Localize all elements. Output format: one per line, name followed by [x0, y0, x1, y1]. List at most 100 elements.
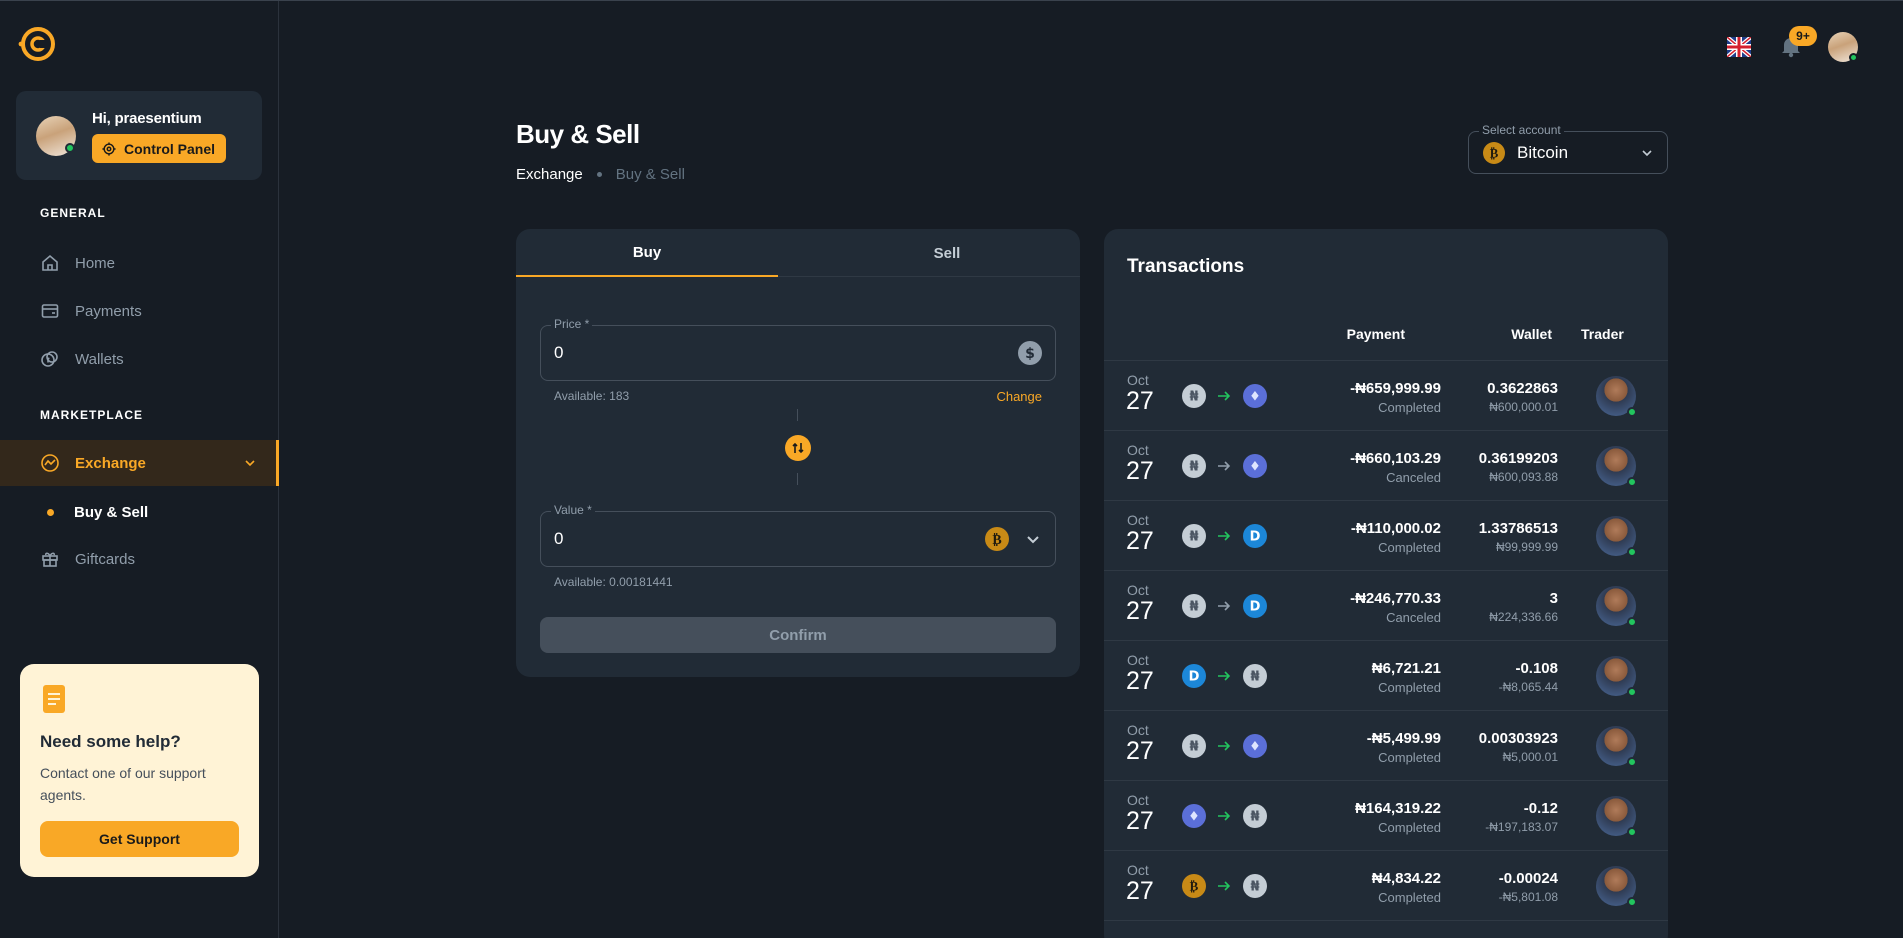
arrow-right-icon	[1218, 391, 1231, 401]
row-status: Completed	[1378, 540, 1441, 555]
price-available: Available: 183	[554, 389, 630, 403]
sidebar-item-home[interactable]: Home	[0, 240, 279, 286]
svg-text:₦: ₦	[1189, 740, 1198, 755]
row-day: 27	[1126, 387, 1154, 415]
help-title: Need some help?	[40, 732, 181, 751]
document-icon	[43, 685, 65, 713]
online-status-dot	[1627, 547, 1637, 557]
control-panel-button[interactable]: Control Panel	[92, 134, 226, 163]
uk-flag-icon[interactable]	[1727, 37, 1751, 57]
top-border	[0, 0, 1903, 1]
row-status: Canceled	[1386, 610, 1441, 625]
sidebar-item-giftcards[interactable]: Giftcards	[0, 536, 279, 582]
swap-button[interactable]	[785, 435, 811, 461]
row-payment: ₦4,834.22	[1371, 870, 1441, 887]
svg-text:₦: ₦	[1250, 810, 1259, 825]
get-support-button[interactable]: Get Support	[40, 821, 239, 857]
row-wallet-fiat: ₦600,000.01	[1489, 400, 1558, 414]
sidebar-subitem-buy-sell[interactable]: Buy & Sell	[0, 494, 279, 530]
row-day: 27	[1126, 597, 1154, 625]
help-text: Contact one of our support agents.	[40, 765, 206, 803]
breadcrumb-exchange[interactable]: Exchange	[516, 166, 583, 183]
svg-text:₿: ₿	[1490, 147, 1499, 162]
svg-text:₦: ₦	[1189, 530, 1198, 545]
row-status: Completed	[1378, 680, 1441, 695]
table-row[interactable]: Oct 27 ₦ ♦ -₦659,999.99 Completed 0.3622…	[1104, 361, 1668, 431]
table-row[interactable]: Oct 27 ₿ ₦ ₦4,834.22 Completed -0.00024 …	[1104, 851, 1668, 921]
row-wallet-fiat: -₦5,801.08	[1498, 890, 1558, 904]
tab-buy[interactable]: Buy	[516, 229, 778, 277]
active-dot	[47, 508, 54, 516]
row-payment: -₦5,499.99	[1366, 730, 1441, 747]
online-status-dot	[1627, 827, 1637, 837]
online-status-dot	[1627, 897, 1637, 907]
naira-coin-icon: ₦	[1182, 734, 1206, 758]
naira-coin-icon: ₦	[1243, 804, 1267, 828]
bitcoin-icon[interactable]: ₿	[985, 527, 1009, 551]
sidebar-item-label: Giftcards	[75, 550, 136, 568]
page-title: Buy & Sell	[516, 119, 640, 149]
online-status-dot	[1627, 407, 1637, 417]
column-header-trader: Trader	[1581, 326, 1624, 342]
row-payment: -₦660,103.29	[1350, 450, 1441, 467]
svg-text:♦: ♦	[1249, 740, 1261, 755]
svg-text:₦: ₦	[1189, 390, 1198, 405]
table-row[interactable]: Oct 27 ♦ ₦ ₦164,319.22 Completed -0.12 -…	[1104, 781, 1668, 851]
arrow-right-icon	[1218, 811, 1231, 821]
naira-coin-icon: ₦	[1182, 384, 1206, 408]
svg-text:₦: ₦	[1250, 880, 1259, 895]
row-day: 27	[1126, 457, 1154, 485]
row-day: 27	[1126, 807, 1154, 835]
row-wallet-fiat: ₦600,093.88	[1489, 470, 1558, 484]
row-wallet: 0.00303923	[1478, 730, 1558, 747]
marketplace-section-label: MARKETPLACE	[40, 408, 143, 422]
row-wallet-fiat: ₦224,336.66	[1489, 610, 1558, 624]
row-wallet-fiat: ₦5,000.01	[1502, 750, 1558, 764]
svg-text:₿: ₿	[992, 532, 1001, 548]
eth-coin-icon: ♦	[1243, 454, 1267, 478]
svg-text:₿: ₿	[1190, 880, 1199, 895]
arrow-right-icon	[1218, 461, 1231, 471]
row-month: Oct	[1127, 372, 1149, 388]
change-link[interactable]: Change	[996, 389, 1042, 404]
svg-text:₦: ₦	[1189, 460, 1198, 475]
online-status-dot	[1627, 687, 1637, 697]
sidebar-item-label: Payments	[75, 302, 142, 320]
row-wallet-fiat: -₦197,183.07	[1485, 820, 1558, 834]
eth-coin-icon: ♦	[1243, 384, 1267, 408]
value-input[interactable]: 0	[554, 529, 563, 549]
chevron-down-icon	[245, 460, 255, 467]
row-wallet: -0.00024	[1498, 870, 1558, 887]
chevron-down-icon	[1642, 150, 1652, 157]
divider-line	[797, 409, 798, 421]
svg-text:D: D	[1250, 530, 1261, 545]
app-logo-icon[interactable]	[18, 25, 56, 63]
sidebar-item-exchange[interactable]: Exchange	[0, 440, 279, 486]
table-row[interactable]: Oct 27 ₦ ♦ -₦660,103.29 Canceled 0.36199…	[1104, 431, 1668, 501]
sidebar-item-label: Buy & Sell	[74, 503, 149, 521]
svg-text:♦: ♦	[1249, 460, 1261, 475]
price-field[interactable]: Price * 0 $	[540, 317, 1056, 381]
row-status: Completed	[1378, 400, 1441, 415]
chevron-down-icon[interactable]	[1021, 527, 1045, 551]
control-panel-label: Control Panel	[124, 140, 216, 157]
account-select[interactable]: Select account ₿ Bitcoin	[1468, 123, 1668, 174]
sidebar-item-wallets[interactable]: Wallets	[0, 336, 279, 382]
value-label: Value *	[551, 503, 595, 517]
transactions-title: Transactions	[1127, 256, 1245, 277]
table-row[interactable]: Oct 27 ₦ ♦ -₦5,499.99 Completed 0.003039…	[1104, 711, 1668, 781]
svg-text:₦: ₦	[1189, 600, 1198, 615]
table-row[interactable]: Oct 27 ₦ D -₦246,770.33 Canceled 3 ₦224,…	[1104, 571, 1668, 641]
bitcoin-icon: ₿	[1483, 142, 1505, 164]
row-wallet: -0.12	[1523, 800, 1558, 817]
row-payment: ₦164,319.22	[1355, 800, 1441, 817]
table-row[interactable]: Oct 27 ₦ D -₦110,000.02 Completed 1.3378…	[1104, 501, 1668, 571]
online-status-dot	[1627, 477, 1637, 487]
tab-sell[interactable]: Sell	[816, 229, 1078, 277]
sidebar-item-payments[interactable]: Payments	[0, 288, 279, 334]
price-input[interactable]: 0	[554, 343, 563, 363]
value-field[interactable]: Value * 0 ₿	[540, 503, 1056, 567]
table-row[interactable]: Oct 27 D ₦ ₦6,721.21 Completed -0.108 -₦…	[1104, 641, 1668, 711]
confirm-button[interactable]: Confirm	[540, 617, 1056, 653]
online-status-dot	[1849, 53, 1858, 62]
